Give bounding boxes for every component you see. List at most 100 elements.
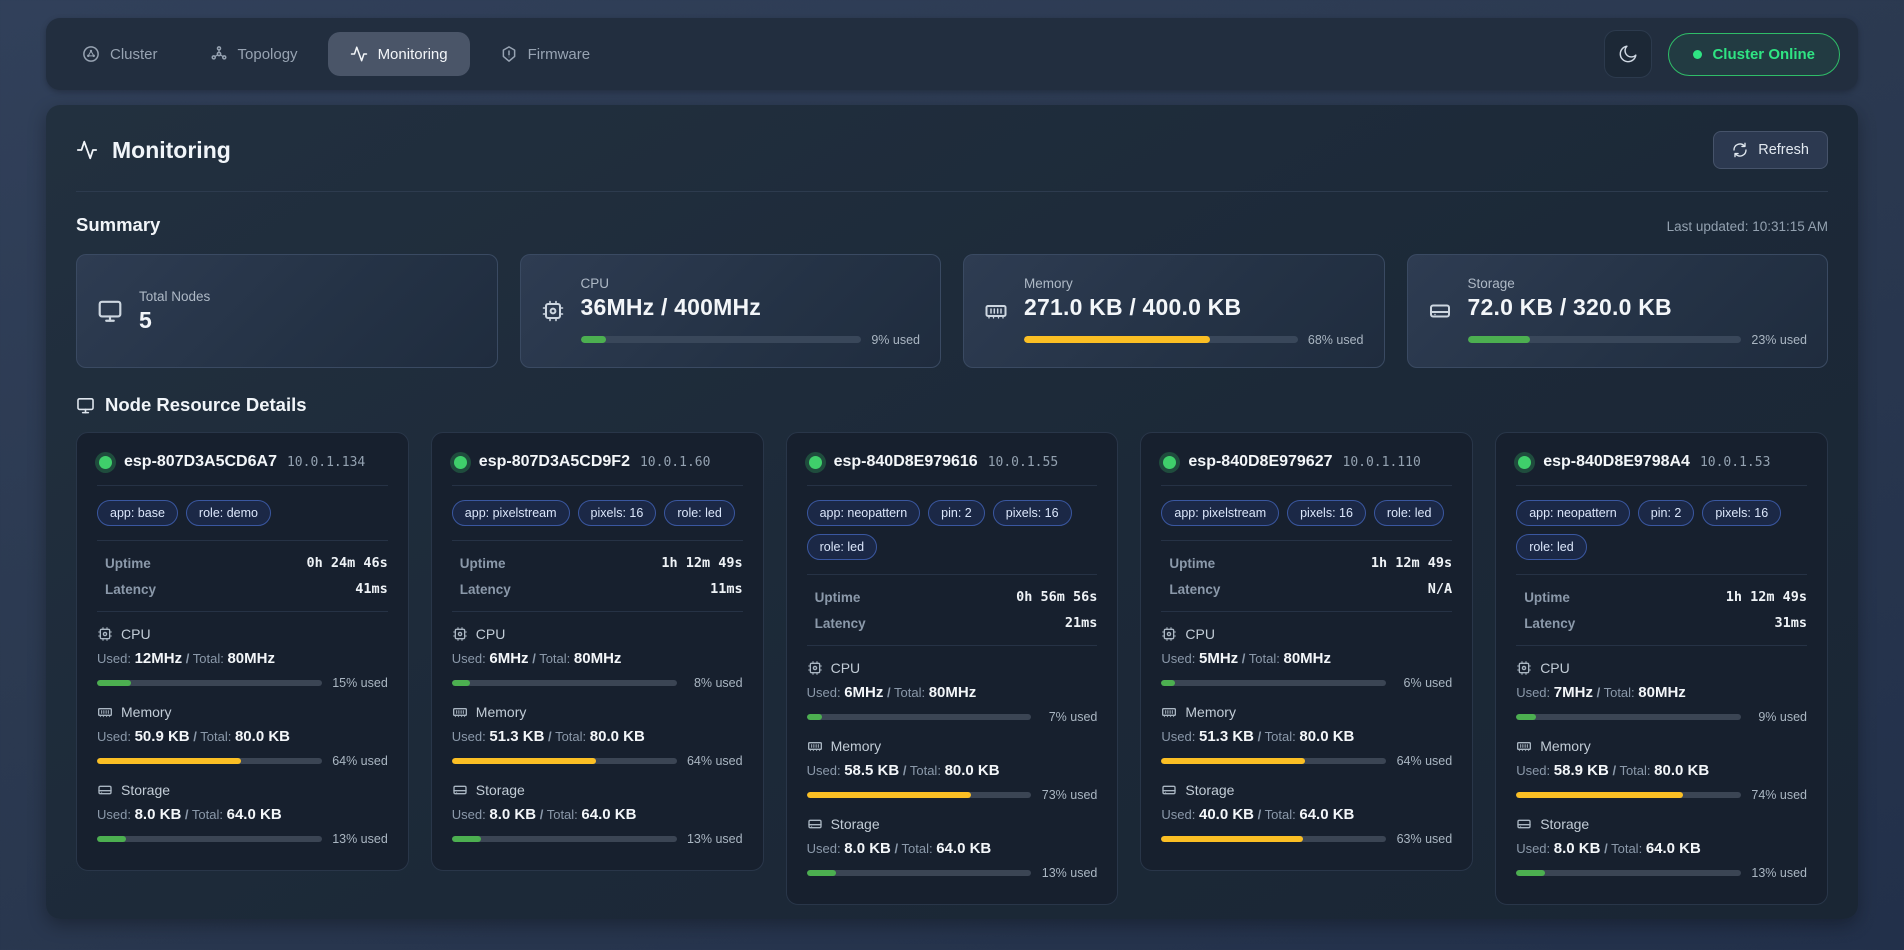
node-status-dot-icon — [1518, 456, 1531, 469]
nav-tab-monitoring[interactable]: Monitoring — [328, 32, 470, 76]
memory-usage-text: Used: 50.9 KB / Total: 80.0 KB — [97, 728, 388, 745]
storage-label: Storage — [1540, 816, 1589, 832]
uptime-label: Uptime — [97, 556, 151, 571]
uptime-value: 1h 12m 49s — [1371, 555, 1452, 571]
storage-progress: 63% used — [1161, 832, 1452, 846]
node-header: esp-840D8E979627 10.0.1.110 — [1161, 453, 1452, 471]
activity-icon — [76, 139, 98, 161]
cpu-progress: 9% used — [1516, 710, 1807, 724]
progress-track — [807, 870, 1032, 876]
progress-track — [97, 680, 322, 686]
tag-badge: role: demo — [186, 500, 271, 526]
latency-value: 31ms — [1774, 615, 1807, 631]
node-header: esp-807D3A5CD6A7 10.0.1.134 — [97, 453, 388, 471]
cpu-icon — [541, 299, 565, 323]
cpu-usage-text: Used: 5MHz / Total: 80MHz — [1161, 650, 1452, 667]
node-divider — [807, 574, 1098, 575]
storage-usage-text: Used: 8.0 KB / Total: 64.0 KB — [1516, 840, 1807, 857]
topology-icon — [210, 45, 228, 63]
progress-fill — [807, 792, 971, 798]
storage-icon — [97, 782, 113, 798]
node-name: esp-807D3A5CD9F2 — [479, 453, 630, 471]
node-divider — [1161, 485, 1452, 486]
node-ip: 10.0.1.134 — [287, 455, 365, 470]
memory-label: Memory — [121, 704, 172, 720]
nav-tab-label: Cluster — [110, 46, 158, 63]
summary-card: Storage 72.0 KB / 320.0 KB 23% used — [1407, 254, 1829, 368]
nav-tab-topology[interactable]: Topology — [188, 32, 320, 76]
cluster-status-badge: Cluster Online — [1668, 33, 1840, 76]
activity-icon — [350, 45, 368, 63]
memory-icon — [807, 738, 823, 754]
node-divider — [452, 540, 743, 541]
nav-tab-firmware[interactable]: Firmware — [478, 32, 613, 76]
percent-used-label: 13% used — [687, 832, 743, 846]
refresh-icon — [1732, 142, 1748, 158]
cpu-icon — [807, 660, 823, 676]
theme-toggle-button[interactable] — [1604, 30, 1652, 78]
summary-progress: 68% used — [1024, 333, 1364, 347]
memory-metric: MemoryUsed: 51.3 KB / Total: 80.0 KB64% … — [452, 704, 743, 768]
latency-label: Latency — [807, 616, 866, 631]
summary-card-label: Total Nodes — [139, 289, 477, 304]
cpu-progress: 8% used — [452, 676, 743, 690]
node-tags: app: pixelstreampixels: 16role: led — [452, 500, 743, 526]
summary-card: CPU 36MHz / 400MHz 9% used — [520, 254, 942, 368]
nav-tab-cluster[interactable]: Cluster — [60, 32, 180, 76]
memory-metric: MemoryUsed: 58.5 KB / Total: 80.0 KB73% … — [807, 738, 1098, 802]
nodes-heading: Node Resource Details — [76, 394, 1828, 416]
progress-track — [452, 836, 677, 842]
memory-label: Memory — [1540, 738, 1591, 754]
percent-used-label: 9% used — [871, 333, 920, 347]
progress-track — [97, 758, 322, 764]
percent-used-label: 74% used — [1751, 788, 1807, 802]
uptime-row: Uptime 1h 12m 49s — [1516, 589, 1807, 605]
percent-used-label: 7% used — [1041, 710, 1097, 724]
latency-row: Latency N/A — [1161, 581, 1452, 597]
cpu-icon — [1161, 626, 1177, 642]
uptime-value: 0h 56m 56s — [1016, 589, 1097, 605]
summary-card-label: CPU — [581, 276, 921, 291]
online-dot-icon — [1693, 50, 1702, 59]
node-tags: app: neopatternpin: 2pixels: 16role: led — [807, 500, 1098, 560]
summary-card: Memory 271.0 KB / 400.0 KB 68% used — [963, 254, 1385, 368]
latency-row: Latency 21ms — [807, 615, 1098, 631]
refresh-button[interactable]: Refresh — [1713, 131, 1828, 169]
latency-row: Latency 41ms — [97, 581, 388, 597]
tag-badge: role: led — [807, 534, 877, 560]
memory-icon — [984, 299, 1008, 323]
percent-used-label: 6% used — [1396, 676, 1452, 690]
progress-fill — [1468, 336, 1531, 343]
summary-grid: Total Nodes 5 CPU 36MHz / 400MHz 9% used… — [76, 254, 1828, 368]
node-card: esp-840D8E979616 10.0.1.55 app: neopatte… — [786, 432, 1119, 905]
cpu-progress: 6% used — [1161, 676, 1452, 690]
storage-metric: StorageUsed: 8.0 KB / Total: 64.0 KB13% … — [1516, 816, 1807, 880]
node-card: esp-840D8E9798A4 10.0.1.53 app: neopatte… — [1495, 432, 1828, 905]
latency-value: 21ms — [1065, 615, 1098, 631]
node-divider — [1516, 485, 1807, 486]
node-divider — [97, 485, 388, 486]
node-status-dot-icon — [809, 456, 822, 469]
storage-icon — [1161, 782, 1177, 798]
progress-fill — [97, 836, 126, 842]
summary-card-value: 271.0 KB / 400.0 KB — [1024, 294, 1364, 321]
cpu-progress: 15% used — [97, 676, 388, 690]
memory-progress: 64% used — [1161, 754, 1452, 768]
memory-metric: MemoryUsed: 58.9 KB / Total: 80.0 KB74% … — [1516, 738, 1807, 802]
cpu-label: CPU — [121, 626, 151, 642]
nav-tab-label: Topology — [238, 46, 298, 63]
progress-fill — [1024, 336, 1210, 343]
progress-track — [1516, 870, 1741, 876]
node-tags: app: pixelstreampixels: 16role: led — [1161, 500, 1452, 526]
progress-track — [807, 714, 1032, 720]
cpu-metric: CPUUsed: 6MHz / Total: 80MHz7% used — [807, 660, 1098, 724]
latency-value: 11ms — [710, 581, 743, 597]
progress-fill — [452, 758, 596, 764]
progress-track — [1024, 336, 1298, 343]
percent-used-label: 15% used — [332, 676, 388, 690]
memory-progress: 64% used — [97, 754, 388, 768]
memory-icon — [97, 704, 113, 720]
uptime-label: Uptime — [1516, 590, 1570, 605]
page-title: Monitoring — [76, 137, 231, 164]
cpu-metric: CPUUsed: 12MHz / Total: 80MHz15% used — [97, 626, 388, 690]
